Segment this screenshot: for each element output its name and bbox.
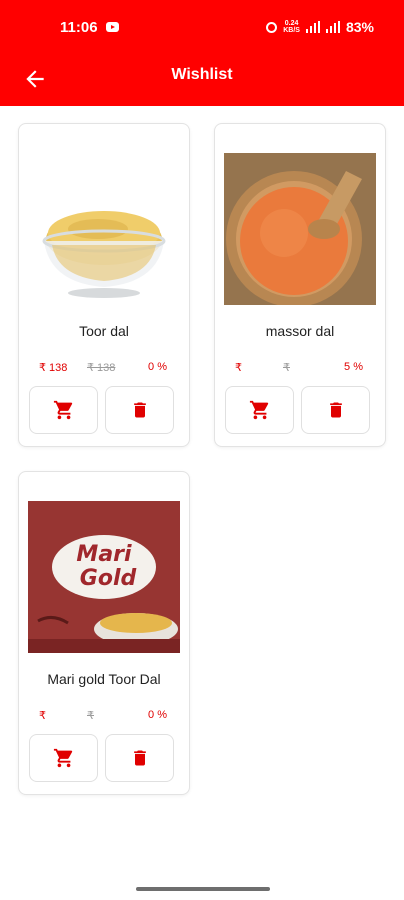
product-name: Mari gold Toor Dal xyxy=(47,671,161,687)
cell-signal-icon xyxy=(325,21,340,33)
status-right-group: 0.24 KB/S 83% xyxy=(266,19,374,35)
add-to-cart-button[interactable] xyxy=(29,734,98,782)
product-image-mari-gold: Mari Gold xyxy=(28,501,180,653)
remove-from-wishlist-button[interactable] xyxy=(105,734,174,782)
youtube-notification-icon xyxy=(106,22,119,32)
network-speed-unit: KB/S xyxy=(283,27,300,34)
product-mrp: ₹ xyxy=(87,710,94,722)
product-price: ₹ xyxy=(235,362,242,374)
product-price: ₹ 138 xyxy=(39,362,68,374)
page-title: Wishlist xyxy=(171,66,233,83)
product-mrp: ₹ xyxy=(283,362,290,374)
trash-icon xyxy=(133,750,146,766)
app-bar: Wishlist xyxy=(0,54,404,106)
brand-logo-line2: Gold xyxy=(80,566,137,591)
product-discount: 5 % xyxy=(344,361,363,373)
home-indicator[interactable] xyxy=(136,887,270,891)
product-mrp: ₹ 138 xyxy=(87,362,116,374)
product-image-massor-dal xyxy=(224,153,376,305)
product-image-toor-dal xyxy=(28,153,180,305)
status-bar: 11:06 0.24 KB/S 83% xyxy=(0,0,404,54)
cart-icon xyxy=(53,400,72,420)
brand-logo-line1: Mari xyxy=(76,542,132,567)
product-card-massor-dal[interactable]: massor dal ₹ ₹ 5 % xyxy=(214,123,386,447)
remove-from-wishlist-button[interactable] xyxy=(105,386,174,434)
add-to-cart-button[interactable] xyxy=(225,386,294,434)
wifi-signal-icon xyxy=(305,21,320,33)
product-name: massor dal xyxy=(265,323,335,339)
add-to-cart-button[interactable] xyxy=(29,386,98,434)
product-discount: 0 % xyxy=(148,361,167,373)
battery-percent: 83% xyxy=(345,19,374,35)
trash-icon xyxy=(133,402,146,418)
trash-icon xyxy=(329,402,342,418)
network-speed: 0.24 KB/S xyxy=(283,20,300,34)
alarm-icon xyxy=(266,21,278,33)
product-card-mari-gold-toor-dal[interactable]: Mari Gold Mari gold Toor Dal ₹ ₹ 0 % xyxy=(18,471,190,795)
product-discount: 0 % xyxy=(148,709,167,721)
network-speed-value: 0.24 xyxy=(284,20,299,27)
product-card-toor-dal[interactable]: Toor dal ₹ 138 ₹ 138 0 % xyxy=(18,123,190,447)
product-price: ₹ xyxy=(39,710,46,722)
cart-icon xyxy=(53,748,72,768)
status-time: 11:06 xyxy=(60,19,98,36)
remove-from-wishlist-button[interactable] xyxy=(301,386,370,434)
cart-icon xyxy=(249,400,268,420)
product-name: Toor dal xyxy=(79,323,129,339)
